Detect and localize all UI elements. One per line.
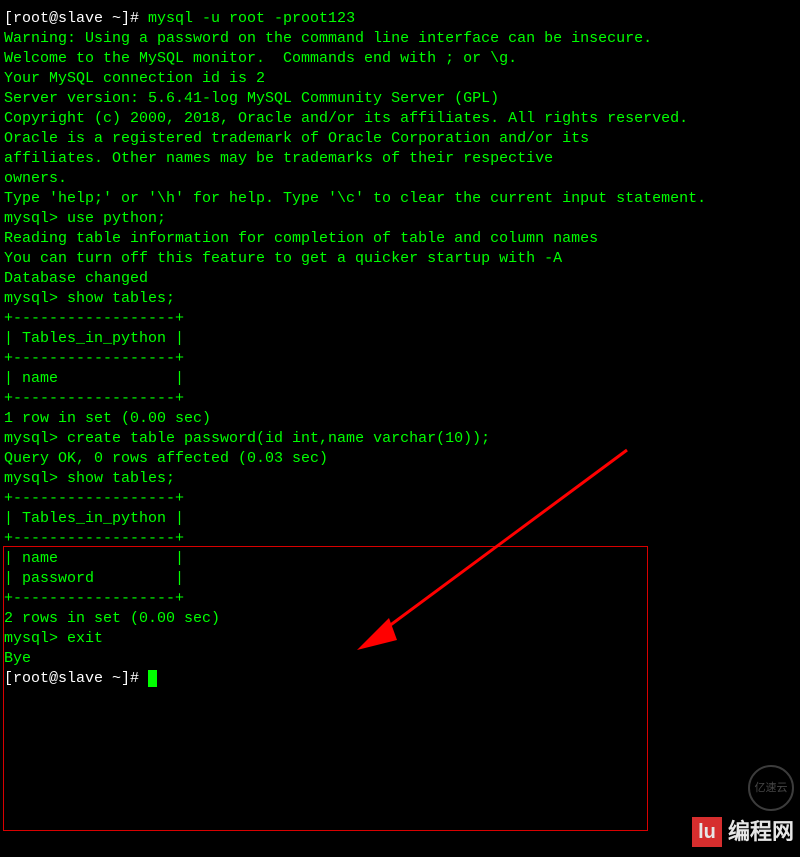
terminal-line: Warning: Using a password on the command… xyxy=(4,29,796,49)
terminal-text: Reading table information for completion… xyxy=(4,230,598,247)
terminal-text: mysql -u root -proot123 xyxy=(148,10,355,27)
terminal-text: | Tables_in_python | xyxy=(4,330,184,347)
terminal-line: Welcome to the MySQL monitor. Commands e… xyxy=(4,49,796,69)
terminal-line: +------------------+ xyxy=(4,349,796,369)
terminal-text: use python; xyxy=(67,210,166,227)
terminal-line: [root@slave ~]# mysql -u root -proot123 xyxy=(4,9,796,29)
terminal-text: Copyright (c) 2000, 2018, Oracle and/or … xyxy=(4,110,688,127)
terminal-line: 1 row in set (0.00 sec) xyxy=(4,409,796,429)
terminal-text: owners. xyxy=(4,170,67,187)
watermark: lu 编程网 xyxy=(692,817,800,847)
terminal-line: mysql> exit xyxy=(4,629,796,649)
terminal-text: show tables; xyxy=(67,470,175,487)
terminal-line: +------------------+ xyxy=(4,389,796,409)
terminal-text: [root@slave ~]# xyxy=(4,670,148,687)
terminal-text: +------------------+ xyxy=(4,310,184,327)
terminal-line: Oracle is a registered trademark of Orac… xyxy=(4,129,796,149)
terminal-text: | Tables_in_python | xyxy=(4,510,184,527)
terminal-line: mysql> create table password(id int,name… xyxy=(4,429,796,449)
terminal-text: | password | xyxy=(4,570,184,587)
terminal-text: | name | xyxy=(4,370,184,387)
terminal-line: Type 'help;' or '\h' for help. Type '\c'… xyxy=(4,189,796,209)
terminal-text: mysql> xyxy=(4,210,67,227)
terminal-line: | Tables_in_python | xyxy=(4,329,796,349)
terminal-text: [root@slave ~]# xyxy=(4,10,148,27)
terminal-text: affiliates. Other names may be trademark… xyxy=(4,150,553,167)
terminal-text: mysql> xyxy=(4,470,67,487)
terminal-line: +------------------+ xyxy=(4,589,796,609)
terminal-line: +------------------+ xyxy=(4,529,796,549)
terminal-line: +------------------+ xyxy=(4,489,796,509)
terminal-text: | name | xyxy=(4,550,184,567)
terminal-line: owners. xyxy=(4,169,796,189)
terminal-text: +------------------+ xyxy=(4,390,184,407)
terminal-line: | Tables_in_python | xyxy=(4,509,796,529)
terminal-text: exit xyxy=(67,630,103,647)
terminal-line: [root@slave ~]# xyxy=(4,669,796,689)
terminal-line: 2 rows in set (0.00 sec) xyxy=(4,609,796,629)
watermark-badge: 亿速云 xyxy=(748,765,794,811)
terminal-text: mysql> xyxy=(4,630,67,647)
terminal-line: | password | xyxy=(4,569,796,589)
terminal-line: Database changed xyxy=(4,269,796,289)
terminal-text: 2 rows in set (0.00 sec) xyxy=(4,610,220,627)
terminal-line: | name | xyxy=(4,369,796,389)
terminal-text: Your MySQL connection id is 2 xyxy=(4,70,265,87)
terminal-text: mysql> xyxy=(4,430,67,447)
terminal-line: Copyright (c) 2000, 2018, Oracle and/or … xyxy=(4,109,796,129)
terminal-line: Reading table information for completion… xyxy=(4,229,796,249)
terminal-text: Server version: 5.6.41-log MySQL Communi… xyxy=(4,90,499,107)
terminal-text: +------------------+ xyxy=(4,490,184,507)
terminal-text: You can turn off this feature to get a q… xyxy=(4,250,562,267)
terminal-line: Query OK, 0 rows affected (0.03 sec) xyxy=(4,449,796,469)
terminal-line: Your MySQL connection id is 2 xyxy=(4,69,796,89)
watermark-text: 编程网 xyxy=(722,822,800,842)
terminal-text: Oracle is a registered trademark of Orac… xyxy=(4,130,589,147)
terminal-text: +------------------+ xyxy=(4,350,184,367)
terminal-text: Database changed xyxy=(4,270,148,287)
terminal-text: mysql> xyxy=(4,290,67,307)
terminal-text: +------------------+ xyxy=(4,590,184,607)
terminal-text: Welcome to the MySQL monitor. Commands e… xyxy=(4,50,517,67)
terminal-text: Type 'help;' or '\h' for help. Type '\c'… xyxy=(4,190,706,207)
terminal-text: 1 row in set (0.00 sec) xyxy=(4,410,211,427)
terminal-line: mysql> show tables; xyxy=(4,469,796,489)
terminal-line: mysql> use python; xyxy=(4,209,796,229)
terminal-line: mysql> show tables; xyxy=(4,289,796,309)
terminal-line: Server version: 5.6.41-log MySQL Communi… xyxy=(4,89,796,109)
terminal-line: Bye xyxy=(4,649,796,669)
terminal-text: Warning: Using a password on the command… xyxy=(4,30,652,47)
terminal-text: show tables; xyxy=(67,290,175,307)
terminal-text: Bye xyxy=(4,650,31,667)
terminal-line: | name | xyxy=(4,549,796,569)
terminal-output[interactable]: [root@slave ~]# mysql -u root -proot123W… xyxy=(4,9,796,689)
terminal-cursor xyxy=(148,670,157,687)
terminal-line: affiliates. Other names may be trademark… xyxy=(4,149,796,169)
terminal-line: You can turn off this feature to get a q… xyxy=(4,249,796,269)
watermark-logo-icon: lu xyxy=(692,817,722,847)
terminal-text: create table password(id int,name varcha… xyxy=(67,430,490,447)
terminal-text: Query OK, 0 rows affected (0.03 sec) xyxy=(4,450,328,467)
terminal-text: +------------------+ xyxy=(4,530,184,547)
terminal-line: +------------------+ xyxy=(4,309,796,329)
